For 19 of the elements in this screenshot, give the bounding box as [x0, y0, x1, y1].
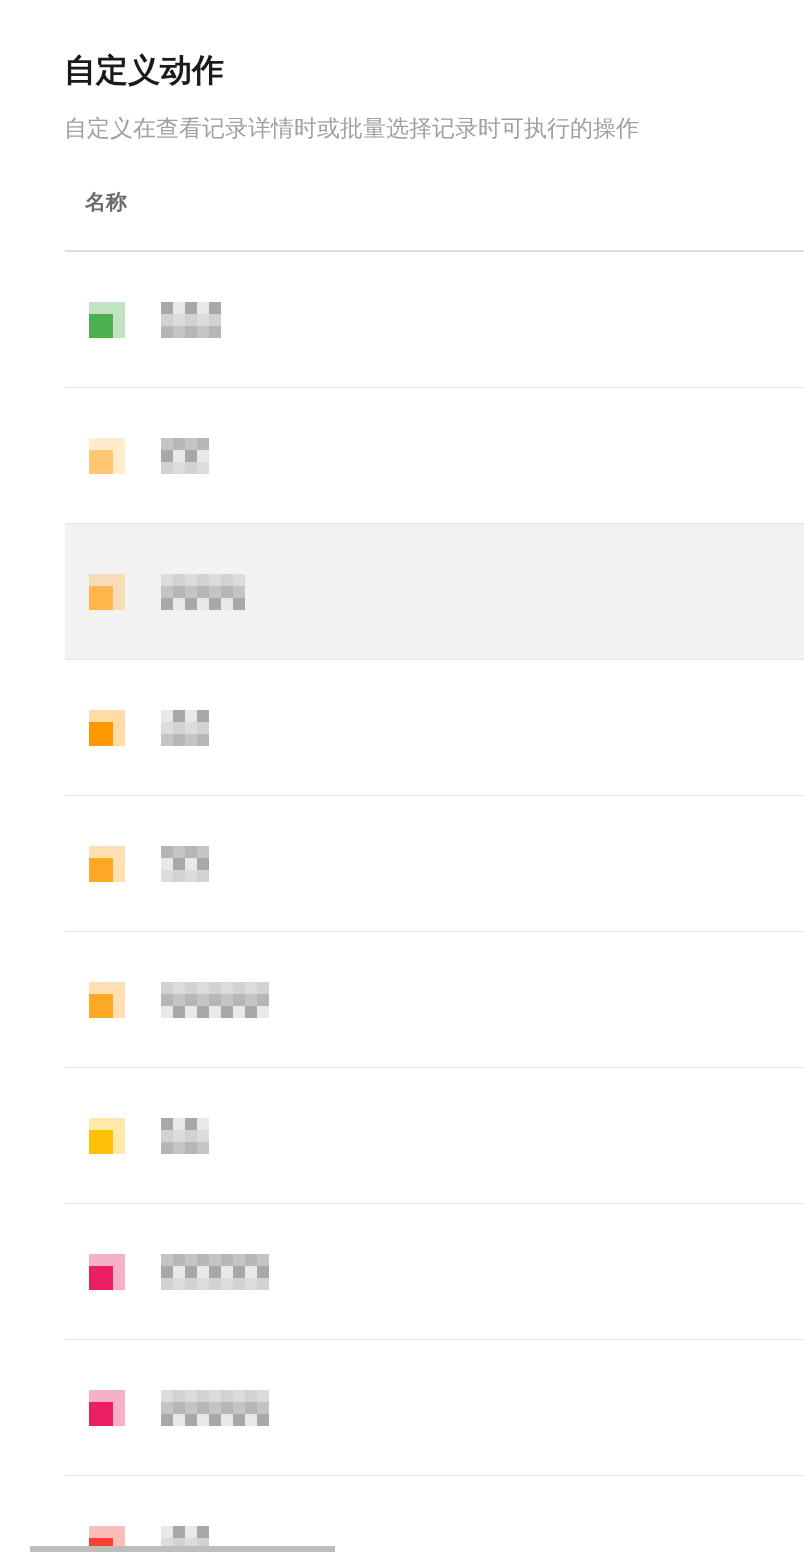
page-subtitle: 自定义在查看记录详情时或批量选择记录时可执行的操作 [64, 114, 640, 143]
scrollbar[interactable] [30, 1546, 335, 1552]
blurred-icon [89, 1389, 125, 1426]
blurred-text-drawing [161, 709, 209, 746]
blurred-icon [89, 845, 125, 882]
blurred-icon [89, 1117, 125, 1154]
blurred-icon [89, 301, 125, 338]
blurred-icon [89, 981, 125, 1018]
blurred-text-drawing [161, 437, 209, 474]
blurred-text-drawing [161, 1117, 209, 1154]
blurred-icon [89, 709, 125, 746]
page-title: 自定义动作 [64, 50, 225, 90]
blurred-icon [89, 437, 125, 474]
blurred-text-drawing [161, 301, 221, 338]
column-header: 名称 [85, 189, 127, 216]
table-row[interactable] [65, 524, 804, 660]
blurred-icon [89, 1253, 125, 1290]
blurred-text-drawing [161, 845, 209, 882]
blurred-icon [89, 573, 125, 610]
